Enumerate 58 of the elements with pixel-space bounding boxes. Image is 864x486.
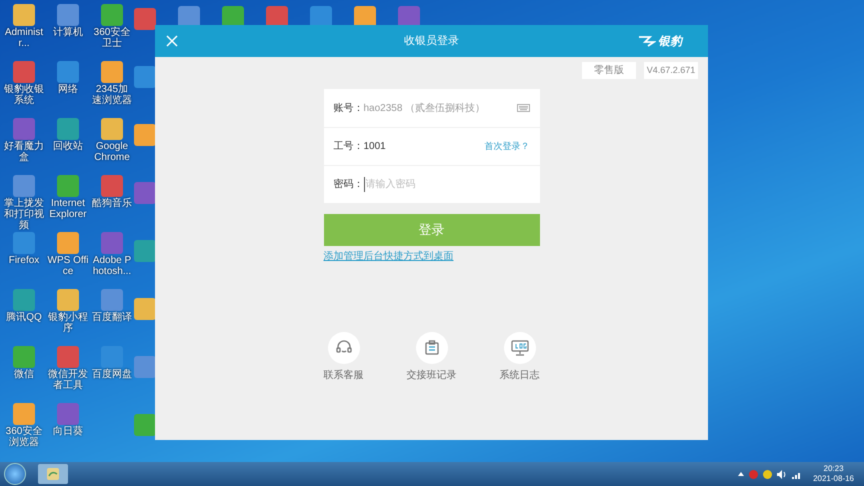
- first-login-link[interactable]: 首次登录？: [484, 140, 530, 154]
- close-button[interactable]: [165, 34, 179, 48]
- desktop-icon-label: WPS Office: [47, 255, 89, 277]
- caret-icon[interactable]: [738, 472, 744, 476]
- desktop-icon-label: Google Chrome: [93, 141, 131, 163]
- clipboard-icon: [422, 339, 440, 357]
- start-button[interactable]: [4, 463, 26, 485]
- employee-id-value: 1001: [364, 140, 386, 154]
- desktop-icon-label: 掌上拢发和打印视频: [3, 198, 45, 231]
- account-value: hao2358 （贰叁伍捌科技）: [364, 102, 486, 116]
- clock-date: 2021-08-16: [813, 474, 854, 484]
- desktop-shortcut-icon[interactable]: [134, 182, 156, 204]
- field-label: 账号：: [334, 102, 364, 116]
- window-title: 收银员登录: [404, 34, 459, 49]
- desktop-icon-label: 360安全卫士: [92, 27, 132, 49]
- field-label: 工号：: [334, 140, 364, 154]
- desktop-icon-label: 网络: [57, 84, 79, 95]
- close-icon: [166, 35, 178, 47]
- shortcut-link[interactable]: 添加管理后台快捷方式到桌面: [324, 249, 540, 264]
- status-icon[interactable]: [763, 470, 772, 478]
- desktop-icon-label: Internet Explorer: [48, 198, 88, 220]
- desktop-icon-label: 百度翻译: [91, 312, 133, 323]
- desktop-shortcut-icon[interactable]: [134, 414, 156, 436]
- desktop-icon-label: 2345加速浏览器: [91, 84, 133, 106]
- edition-label: 零售版: [582, 62, 636, 79]
- desktop-icon-label: 微信: [13, 369, 35, 380]
- tool-button[interactable]: 交接班记录: [406, 332, 458, 383]
- desktop-shortcut-icon[interactable]: [134, 356, 156, 378]
- monitor-icon: [510, 339, 530, 357]
- desktop-icon-label: 银豹小程序: [47, 312, 89, 334]
- keyboard-icon[interactable]: [516, 104, 530, 112]
- desktop-icon-label: Adobe Photosh...: [92, 255, 132, 277]
- password-field[interactable]: 请输入密码: [364, 177, 530, 192]
- desktop-icon-label: 银豹收银系统: [3, 84, 45, 106]
- desktop-icon-label: 酷狗音乐: [91, 198, 133, 209]
- logo-icon: [638, 35, 656, 47]
- desktop-icon-label: 向日葵: [52, 426, 84, 437]
- desktop-icon-label: 计算机: [52, 27, 84, 38]
- brand-name: 银豹: [658, 33, 682, 50]
- desktop-icon-label: Administr...: [4, 27, 44, 49]
- desktop-icon-label: 百度网盘: [91, 369, 133, 380]
- desktop-icon-label: 360安全浏览器: [4, 426, 44, 448]
- desktop-shortcut-icon[interactable]: [134, 66, 156, 88]
- app-icon: [46, 467, 60, 481]
- desktop-icon-label: 好看魔力盒: [3, 141, 45, 163]
- speaker-icon[interactable]: [777, 470, 788, 478]
- clock-time: 20:23: [824, 464, 844, 474]
- field-label: 密码：: [334, 178, 364, 192]
- desktop-icon-label: 腾讯QQ: [5, 312, 43, 323]
- desktop-icon-label: 微信开发者工具: [47, 369, 89, 391]
- tool-button[interactable]: 联系客服: [318, 332, 370, 383]
- taskbar-app-button[interactable]: [38, 464, 68, 484]
- desktop-icon-label: Firefox: [8, 255, 40, 266]
- tool-button[interactable]: 系统日志: [494, 332, 546, 383]
- desktop-icon-label: 回收站: [52, 141, 84, 152]
- version-label: V4.67.2.671: [644, 62, 698, 79]
- alert-status-icon[interactable]: [749, 470, 758, 478]
- desktop-shortcut-icon[interactable]: [134, 240, 156, 262]
